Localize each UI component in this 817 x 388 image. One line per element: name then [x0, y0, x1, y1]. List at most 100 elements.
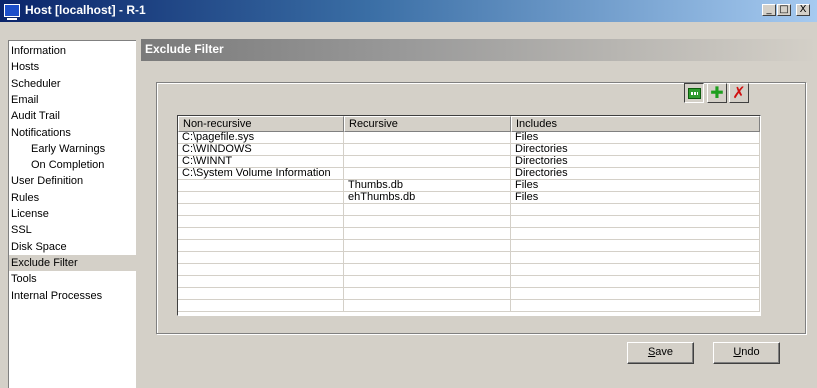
add-button[interactable]: ✚ [707, 83, 727, 103]
save-button[interactable]: Save [627, 342, 694, 364]
table-cell [511, 216, 760, 228]
table-cell [511, 204, 760, 216]
minimize-button[interactable]: _ [762, 4, 776, 16]
column-header[interactable]: Non-recursive [178, 116, 344, 132]
table-row[interactable] [178, 276, 760, 288]
sidebar-item[interactable]: Audit Trail [9, 108, 136, 124]
sidebar-item[interactable]: Exclude Filter [9, 254, 136, 271]
table-cell: Directories [511, 156, 760, 168]
table-header: Non-recursive Recursive Includes [178, 116, 760, 132]
table-cell [178, 288, 344, 300]
edit-icon [687, 87, 701, 99]
table-cell [344, 300, 511, 312]
table-row[interactable]: ehThumbs.db Files [178, 192, 760, 204]
sidebar-nav: Information Hosts Scheduler Email Audit Trai… [8, 40, 136, 388]
table-cell [344, 168, 511, 180]
sidebar-item[interactable]: License [9, 206, 136, 222]
page-title: Exclude Filter [145, 42, 224, 56]
table-cell [344, 204, 511, 216]
delete-icon: ✗ [732, 83, 746, 102]
table-row[interactable] [178, 228, 760, 240]
sidebar-item[interactable]: Internal Processes [9, 288, 136, 304]
table-cell [511, 300, 760, 312]
sidebar-item[interactable]: Notifications [9, 125, 136, 141]
table-cell [344, 264, 511, 276]
sidebar-item[interactable]: Disk Space [9, 239, 136, 255]
table-cell: Files [511, 132, 760, 144]
table-cell [344, 228, 511, 240]
section-header: Exclude Filter [141, 39, 817, 61]
table-cell [511, 264, 760, 276]
table-cell [344, 216, 511, 228]
table-row[interactable] [178, 204, 760, 216]
table-cell [178, 276, 344, 288]
save-label: ave [655, 346, 674, 358]
table-cell [178, 228, 344, 240]
window-title: Host [localhost] - R-1 [25, 3, 146, 17]
edit-button[interactable] [684, 83, 704, 103]
table-cell: C:\WINNT [178, 156, 344, 168]
close-icon: X [799, 4, 807, 15]
sidebar-item[interactable]: Information [9, 43, 136, 59]
table-row[interactable] [178, 216, 760, 228]
table-cell [344, 156, 511, 168]
table-cell [511, 276, 760, 288]
add-icon: ✚ [710, 83, 724, 102]
table-row[interactable] [178, 288, 760, 300]
sidebar-item[interactable]: Rules [9, 190, 136, 206]
table-row[interactable] [178, 264, 760, 276]
table-cell: Files [511, 192, 760, 204]
table-row[interactable] [178, 240, 760, 252]
title-bar[interactable]: Host [localhost] - R-1 _ □ X [0, 0, 817, 22]
column-header[interactable]: Recursive [344, 116, 511, 132]
table-cell: Directories [511, 144, 760, 156]
delete-button[interactable]: ✗ [729, 83, 749, 103]
table-cell [511, 228, 760, 240]
undo-label: ndo [741, 346, 760, 358]
table-cell: C:\pagefile.sys [178, 132, 344, 144]
monitor-icon [4, 4, 20, 20]
table-row[interactable]: C:\WINNT Directories [178, 156, 760, 168]
table-row[interactable] [178, 252, 760, 264]
table-row[interactable]: C:\pagefile.sys Files [178, 132, 760, 144]
table-row[interactable] [178, 300, 760, 312]
table-row[interactable]: C:\WINDOWS Directories [178, 144, 760, 156]
sidebar-item[interactable]: On Completion [9, 157, 136, 173]
table-cell [344, 252, 511, 264]
maximize-icon: □ [779, 4, 789, 15]
table-cell: Directories [511, 168, 760, 180]
table-cell: ehThumbs.db [344, 192, 511, 204]
maximize-button[interactable]: □ [777, 4, 791, 16]
table-row[interactable]: C:\System Volume Information Directories [178, 168, 760, 180]
table-cell: Thumbs.db [344, 180, 511, 192]
sidebar-item[interactable]: Tools [9, 271, 136, 287]
table-cell: C:\WINDOWS [178, 144, 344, 156]
sidebar-item[interactable]: Email [9, 92, 136, 108]
table-cell [178, 180, 344, 192]
table-cell [344, 240, 511, 252]
undo-button[interactable]: Undo [713, 342, 780, 364]
table-row[interactable]: Thumbs.db Files [178, 180, 760, 192]
table-cell [178, 204, 344, 216]
table-cell [511, 288, 760, 300]
table-cell [344, 288, 511, 300]
sidebar-item[interactable]: Early Warnings [9, 141, 136, 157]
exclude-filter-table[interactable]: Non-recursive Recursive Includes C:\pagefi… [177, 115, 761, 316]
table-cell [178, 240, 344, 252]
table-cell [344, 132, 511, 144]
table-cell [178, 252, 344, 264]
sidebar-item[interactable]: SSL [9, 222, 136, 238]
table-cell [511, 240, 760, 252]
table-cell [178, 216, 344, 228]
table-cell [178, 192, 344, 204]
sidebar-item[interactable]: Scheduler [9, 76, 136, 92]
table-cell [178, 264, 344, 276]
close-button[interactable]: X [796, 4, 810, 16]
sidebar-item[interactable]: User Definition [9, 173, 136, 189]
table-cell: Files [511, 180, 760, 192]
table-cell [511, 252, 760, 264]
table-cell: C:\System Volume Information [178, 168, 344, 180]
minimize-icon: _ [766, 4, 772, 15]
sidebar-item[interactable]: Hosts [9, 59, 136, 75]
column-header[interactable]: Includes [511, 116, 760, 132]
